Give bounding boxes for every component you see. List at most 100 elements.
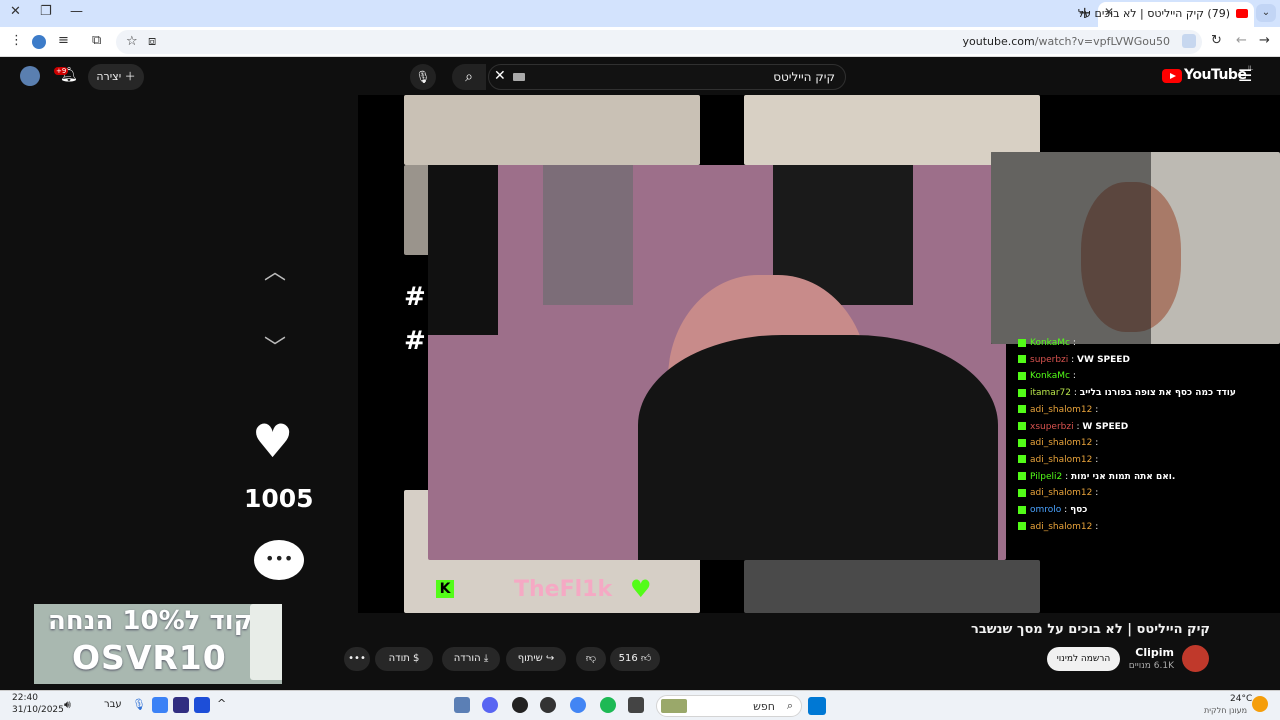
forward-icon[interactable]: ← <box>1236 33 1247 48</box>
extensions-icon[interactable]: ⧉ <box>92 33 101 48</box>
address-bar[interactable]: ☆ ⧈ youtube.com/watch?v=vpfLVWGou50 <box>116 30 1202 54</box>
kick-badge-icon <box>1018 371 1026 380</box>
account-avatar[interactable] <box>20 66 40 86</box>
profile-icon[interactable] <box>32 35 46 49</box>
taskbar-search-input[interactable]: חפש ⌕ <box>656 695 802 717</box>
notification-badge: +9 <box>54 67 69 75</box>
chat-text: כסף <box>1070 505 1088 515</box>
weather-description[interactable]: מעונן חלקית <box>1204 706 1247 715</box>
chat-message: KonkaMc : <box>1018 338 1076 348</box>
bookmark-star-icon[interactable]: ☆ <box>126 34 138 49</box>
obs-app-icon[interactable] <box>540 697 556 713</box>
chat-username: adi_shalom12 <box>1030 438 1093 449</box>
reading-list-icon[interactable]: ≡ <box>58 33 69 48</box>
video-frame-bottom-right <box>744 560 1040 613</box>
chat-message: omrolo : כסף <box>1018 505 1087 515</box>
create-button[interactable]: יצירה ＋ <box>88 64 144 90</box>
video-frame-left-strip <box>404 165 430 255</box>
dislike-button[interactable]: 👎︎ <box>576 647 606 671</box>
thanks-button[interactable]: תודה $ <box>375 647 433 671</box>
media-app-icon[interactable] <box>512 697 528 713</box>
chrome-app-icon[interactable] <box>570 697 586 713</box>
back-icon[interactable]: → <box>1259 33 1270 48</box>
chat-text: עודד כמה כסף את צופה בפורנו בלייב <box>1079 388 1236 399</box>
search-icon[interactable]: ⌕ <box>452 64 486 90</box>
browser-tab[interactable]: ✕ (79) קיק הייליטס | לא בוכים על <box>1078 2 1254 27</box>
clear-search-icon[interactable]: ✕ <box>494 68 506 84</box>
comments-icon[interactable] <box>254 540 304 580</box>
browser-menu-icon[interactable]: ⋮ <box>10 33 23 48</box>
thanks-label: תודה <box>388 653 410 664</box>
windows-taskbar: 22:40 31/10/2025 🔊︎ עבר 🎙︎ ^ חפש ⌕ 24°C … <box>0 690 1280 720</box>
clock-time[interactable]: 22:40 <box>12 693 38 703</box>
input-language[interactable]: עבר <box>104 699 122 710</box>
share-button[interactable]: שיתוף ↪ <box>506 647 566 671</box>
next-short-chevron-down-icon[interactable]: ﹀ <box>264 330 286 362</box>
overlay-heart-icon: ♥ <box>630 575 652 603</box>
chat-text: ואם אתה תמות אני ימות. <box>1070 471 1176 482</box>
search-icon: ⌕ <box>786 699 793 712</box>
keyboard-icon[interactable] <box>513 73 525 81</box>
subscribe-button[interactable]: הרשמה למינוי <box>1047 647 1120 671</box>
weather-temperature[interactable]: 24°C <box>1230 694 1252 704</box>
channel-subscribers: 6.1K מנויים <box>1128 661 1174 671</box>
spotify-app-icon[interactable] <box>600 697 616 713</box>
volume-icon[interactable]: 🔊︎ <box>64 698 71 712</box>
chat-message: adi_shalom12 : <box>1018 522 1098 532</box>
close-window-icon[interactable]: ✕ <box>10 4 21 19</box>
promo-ad-overlay[interactable]: קוד ל10% הנחה OSVR10 <box>34 604 282 684</box>
video-player[interactable]: # # K TheFl1k ♥ <box>358 95 1280 613</box>
tray-overflow-chevron-icon[interactable]: ^ <box>217 697 226 710</box>
site-info-icon[interactable] <box>1182 34 1196 48</box>
kick-badge-icon <box>1018 472 1026 481</box>
more-actions-icon[interactable]: ••• <box>344 647 370 671</box>
microphone-tray-icon[interactable]: 🎙︎ <box>132 698 146 711</box>
search-input[interactable]: ✕ קיק הייליטס <box>488 64 846 90</box>
chat-username: xsuperbzi <box>1030 421 1074 432</box>
kick-badge-icon <box>1018 522 1026 531</box>
sync-tray-icon[interactable] <box>194 697 210 713</box>
facecam-shadow <box>991 152 1151 344</box>
kick-badge-icon <box>1018 338 1026 347</box>
chat-username: adi_shalom12 <box>1030 454 1093 465</box>
previous-short-chevron-up-icon[interactable]: ︿ <box>264 254 286 286</box>
calculator-app-icon[interactable] <box>454 697 470 713</box>
kick-badge-icon <box>1018 438 1026 447</box>
channel-avatar[interactable] <box>1182 645 1209 672</box>
minimize-window-icon[interactable]: — <box>70 4 83 19</box>
discord-app-icon[interactable] <box>482 697 498 713</box>
reload-icon[interactable]: ↻ <box>1211 33 1222 48</box>
tab-title: (79) קיק הייליטס | לא בוכים על <box>1077 7 1230 20</box>
restore-window-icon[interactable]: ❐ <box>40 4 52 19</box>
chat-username: adi_shalom12 <box>1030 488 1093 499</box>
channel-name[interactable]: Clipim <box>1135 646 1174 659</box>
ad-headline: קוד ל10% הנחה <box>48 606 253 636</box>
url-text[interactable]: youtube.com/watch?v=vpfLVWGou50 <box>963 35 1171 48</box>
acoustic-panel-left <box>428 165 498 335</box>
chat-message: itamar72 : עודד כמה כסף את צופה בפורנו ב… <box>1018 388 1236 398</box>
chat-message: adi_shalom12 : <box>1018 455 1098 465</box>
tab-search-chevron-icon[interactable]: ⌄ <box>1256 4 1276 22</box>
like-heart-icon[interactable]: ♥ <box>252 418 293 464</box>
overlay-username: TheFl1k <box>514 577 613 602</box>
clock-date[interactable]: 31/10/2025 <box>12 705 64 715</box>
kick-badge-icon <box>1018 388 1026 397</box>
defender-tray-icon[interactable] <box>152 697 168 713</box>
download-button[interactable]: הורדה ⤓ <box>442 647 500 671</box>
create-label: יצירה <box>96 70 122 83</box>
like-button[interactable]: 516 👍︎ <box>610 647 660 671</box>
windows-start-icon[interactable] <box>808 697 826 715</box>
youtube-favicon-icon <box>1236 9 1248 18</box>
guide-menu-icon[interactable]: ☰ <box>1238 66 1252 85</box>
notion-tray-icon[interactable] <box>173 697 189 713</box>
chat-message: xsuperbzi : W SPEED <box>1018 422 1128 432</box>
download-label: הורדה <box>453 653 481 664</box>
search-value: קיק הייליטס <box>773 70 835 84</box>
chat-username: adi_shalom12 <box>1030 404 1093 415</box>
chat-text: VW SPEED <box>1077 354 1130 365</box>
install-app-icon[interactable]: ⧈ <box>148 34 156 49</box>
voice-search-icon[interactable]: 🎙︎ <box>410 64 436 90</box>
chat-username: KonkaMc <box>1030 338 1070 348</box>
streamer-body <box>638 335 998 560</box>
file-explorer-icon[interactable] <box>628 697 644 713</box>
